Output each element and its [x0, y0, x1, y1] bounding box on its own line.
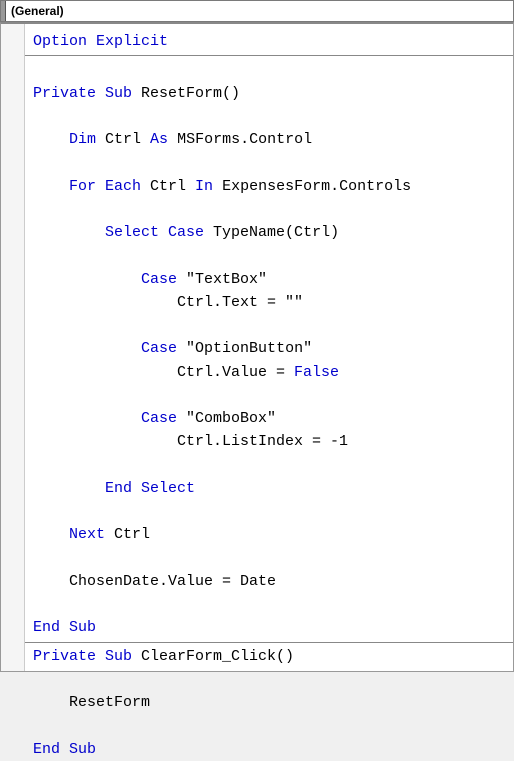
code-line[interactable]: Case "ComboBox" — [33, 407, 513, 430]
code-line[interactable]: Ctrl.Value = False — [33, 361, 513, 384]
code-line[interactable]: Case "OptionButton" — [33, 337, 513, 360]
code-line[interactable]: Dim Ctrl As MSForms.Control — [33, 128, 513, 151]
code-content[interactable]: Option Explicit Private Sub ResetForm() … — [25, 24, 513, 671]
code-line[interactable]: End Select — [33, 477, 513, 500]
code-line[interactable]: Select Case TypeName(Ctrl) — [33, 221, 513, 244]
code-line[interactable] — [33, 105, 513, 128]
object-dropdown-label: (General) — [5, 4, 64, 18]
procedure-separator — [25, 55, 513, 56]
code-line[interactable]: For Each Ctrl In ExpensesForm.Controls — [33, 175, 513, 198]
code-line[interactable]: Ctrl.ListIndex = -1 — [33, 430, 513, 453]
code-line[interactable] — [33, 714, 513, 737]
code-line[interactable] — [33, 593, 513, 616]
code-line[interactable] — [33, 500, 513, 523]
code-line[interactable]: Private Sub ResetForm() — [33, 82, 513, 105]
code-line[interactable]: Private Sub ClearForm_Click() — [33, 645, 513, 668]
code-line[interactable] — [33, 547, 513, 570]
code-line[interactable]: End Sub — [33, 738, 513, 761]
code-line[interactable] — [33, 151, 513, 174]
code-line[interactable] — [33, 668, 513, 691]
code-line[interactable] — [33, 384, 513, 407]
code-gutter — [1, 24, 25, 671]
code-line[interactable]: Case "TextBox" — [33, 268, 513, 291]
code-pane: Option Explicit Private Sub ResetForm() … — [0, 22, 514, 672]
procedure-separator — [25, 642, 513, 643]
code-line[interactable] — [33, 314, 513, 337]
object-dropdown[interactable]: (General) — [0, 0, 514, 22]
code-line[interactable]: ChosenDate.Value = Date — [33, 570, 513, 593]
code-line[interactable]: Option Explicit — [33, 30, 513, 53]
code-line[interactable] — [33, 244, 513, 267]
code-line[interactable] — [33, 454, 513, 477]
code-line[interactable]: Ctrl.Text = "" — [33, 291, 513, 314]
vba-editor-window: (General) Option Explicit Private Sub Re… — [0, 0, 514, 672]
code-line[interactable]: End Sub — [33, 616, 513, 639]
code-line[interactable] — [33, 198, 513, 221]
code-line[interactable]: ResetForm — [33, 691, 513, 714]
code-line[interactable] — [33, 58, 513, 81]
code-line[interactable]: Next Ctrl — [33, 523, 513, 546]
